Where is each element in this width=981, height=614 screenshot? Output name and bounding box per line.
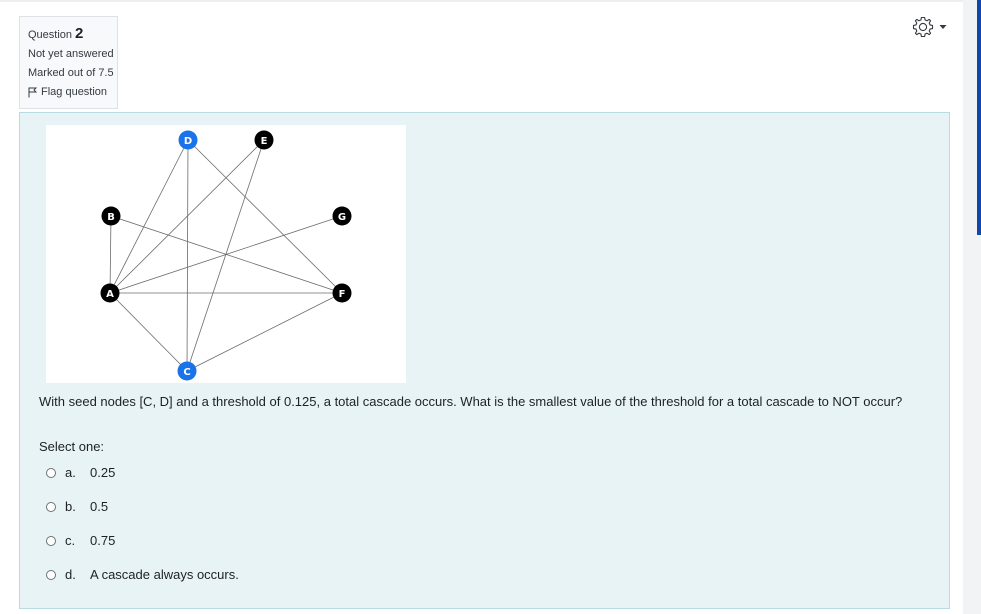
graph-node-G: G [332, 206, 352, 226]
question-mark: Marked out of 7.5 [28, 67, 114, 79]
select-one-prompt: Select one: [39, 439, 105, 454]
radio-a[interactable] [46, 467, 56, 478]
question-state: Not yet answered [28, 48, 114, 60]
graph-node-C: C [177, 361, 197, 381]
graph-svg: D E B G A F C [100, 130, 352, 381]
graph-node-E: E [254, 130, 274, 150]
option-b-letter: b. [65, 499, 76, 514]
graph-edge-A-D [109, 139, 189, 294]
graph-edge-D-F [187, 139, 343, 294]
option-a[interactable]: a. 0.25 [46, 465, 115, 480]
question-number-value: 2 [75, 25, 84, 42]
graph-node-label: E [261, 136, 268, 147]
settings-menu-button[interactable] [911, 14, 951, 40]
option-c[interactable]: c. 0.75 [46, 533, 115, 548]
option-a-letter: a. [65, 465, 76, 480]
graph-node-label: F [339, 289, 346, 300]
graph-node-A: A [100, 283, 120, 303]
gear-icon [912, 16, 934, 38]
question-label: Question [28, 29, 73, 41]
option-b[interactable]: b. 0.5 [46, 499, 108, 514]
question-text: With seed nodes [C, D] and a threshold o… [39, 394, 903, 409]
radio-b[interactable] [46, 501, 56, 512]
question-content: D E B G A F C With seed nodes [C, D] and a thr… [19, 112, 950, 609]
flag-question-button[interactable]: Flag question [28, 86, 117, 98]
page: Question 2 Not yet answered Marked out o… [0, 0, 963, 614]
graph-edge-C-F [186, 292, 343, 372]
option-b-text: 0.5 [90, 499, 109, 514]
graph-node-label: C [183, 367, 190, 378]
option-a-text: 0.25 [90, 465, 116, 480]
right-drawer-accent [977, 0, 981, 235]
graph-edge-A-E [109, 139, 265, 294]
graph-edge-D-C [186, 139, 189, 372]
option-c-text: 0.75 [90, 533, 116, 548]
graph-node-B: B [101, 206, 121, 226]
radio-c[interactable] [46, 535, 56, 546]
graph-node-F: F [332, 283, 352, 303]
graph-node-label: G [338, 212, 346, 223]
top-divider [0, 0, 963, 2]
option-d-text: A cascade always occurs. [90, 567, 239, 582]
caret-down-icon [939, 25, 947, 29]
flag-question-label: Flag question [41, 86, 108, 98]
graph-edge-E-C [186, 139, 265, 372]
question-number: Question 2 [28, 25, 117, 42]
option-d-letter: d. [65, 567, 76, 582]
graph-node-label: A [106, 289, 114, 300]
radio-d[interactable] [46, 569, 56, 580]
option-d[interactable]: d. A cascade always occurs. [46, 567, 239, 582]
graph-node-D: D [178, 130, 198, 150]
graph-node-label: B [107, 212, 115, 223]
question-info-panel: Question 2 Not yet answered Marked out o… [19, 16, 118, 109]
option-c-letter: c. [65, 533, 76, 548]
graph-edge-A-C [109, 292, 188, 372]
graph-figure: D E B G A F C [46, 125, 406, 383]
graph-edge-A-B [109, 215, 112, 294]
flag-icon [28, 87, 37, 97]
graph-node-label: D [184, 136, 192, 147]
